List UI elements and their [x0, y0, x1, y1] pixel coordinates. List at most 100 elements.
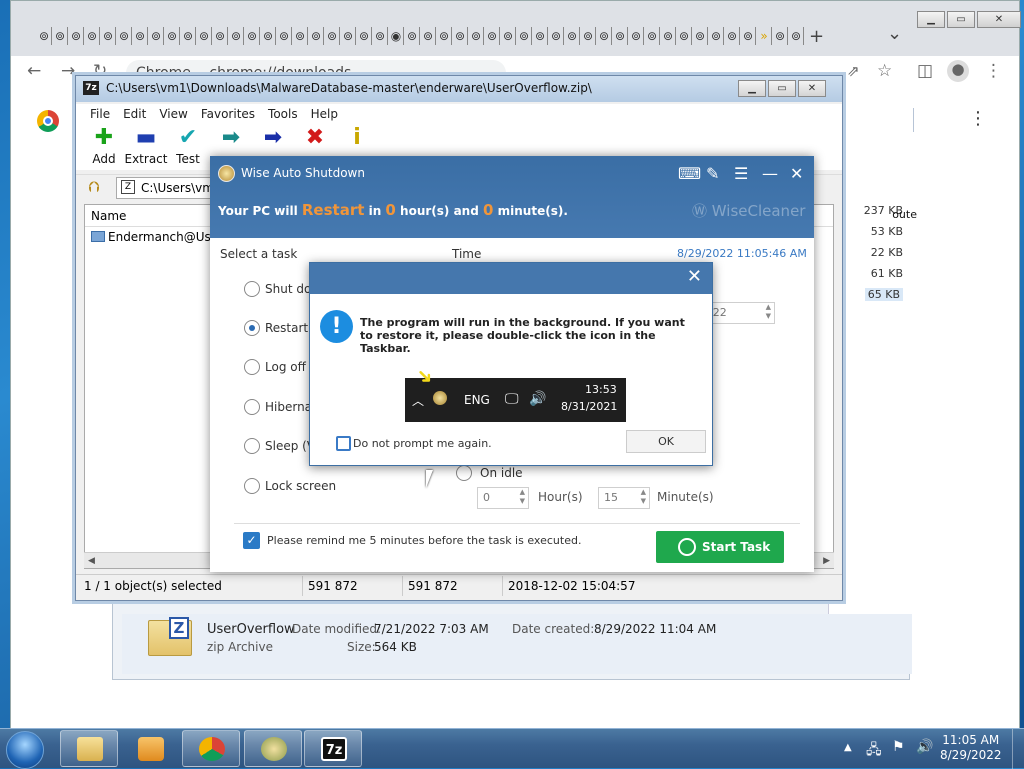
time-minute-stepper[interactable]: :22 ▲ ▼ [703, 302, 775, 324]
forward-arrow-icon[interactable]: → [61, 61, 75, 81]
idle-hours-stepper[interactable]: 0 ▲ ▼ [477, 487, 529, 509]
start-task-button[interactable]: Start Task [656, 531, 784, 563]
file-size-selected[interactable]: 65 KB [864, 288, 903, 301]
new-tab-button[interactable]: + [809, 26, 824, 47]
start-button[interactable] [6, 731, 44, 769]
tab-favicon-icon[interactable]: ⊚ [629, 27, 644, 45]
taskbar-chrome[interactable] [182, 730, 240, 767]
tab-favicon-icon[interactable]: ⊚ [405, 27, 420, 45]
tab-favicon-icon[interactable]: ⊚ [581, 27, 596, 45]
menu-file[interactable]: File [90, 104, 110, 124]
tab-favicon-icon[interactable]: ⊚ [213, 27, 228, 45]
tray-action-center-icon[interactable]: ⚑ [892, 739, 905, 755]
show-desktop-button[interactable] [1012, 729, 1024, 769]
radio-shutdown[interactable] [244, 281, 260, 297]
tab-favicon-icon[interactable]: ⊚ [645, 27, 660, 45]
share-icon[interactable]: ⇗ [847, 62, 860, 80]
taskbar-media-player[interactable] [121, 730, 179, 767]
tab-favicon-icon[interactable]: ⊚ [741, 27, 756, 45]
menu-view[interactable]: View [159, 104, 187, 124]
tray-show-hidden-icon[interactable]: ▲ [844, 742, 852, 753]
dont-prompt-checkbox[interactable] [336, 436, 351, 451]
edit-icon[interactable]: ✎ [706, 164, 719, 183]
tab-favicon-icon[interactable]: ⊚ [709, 27, 724, 45]
idle-minutes-stepper[interactable]: 15 ▲ ▼ [598, 487, 650, 509]
tab-favicon-icon[interactable]: ⊚ [101, 27, 116, 45]
radio-logoff[interactable] [244, 359, 260, 375]
ok-button[interactable]: OK [626, 430, 706, 453]
tab-favicon-icon[interactable]: ⊚ [421, 27, 436, 45]
info-button[interactable]: i [335, 124, 379, 152]
tab-favicon-icon[interactable]: ⊚ [165, 27, 180, 45]
tab-favicon-icon[interactable]: ⊚ [85, 27, 100, 45]
tray-network-icon[interactable]: 🖧 [866, 739, 882, 763]
radio-lock-screen[interactable] [244, 478, 260, 494]
tab-favicon-icon[interactable]: ⊚ [117, 27, 132, 45]
tab-search-chevron-icon[interactable]: ⌄ [887, 23, 902, 44]
close-button[interactable]: ✕ [977, 11, 1021, 28]
tab-favicon-icon[interactable]: ⊚ [373, 27, 388, 45]
menu-edit[interactable]: Edit [123, 104, 146, 124]
copy-button[interactable]: ➡ [209, 124, 253, 152]
menu-help[interactable]: Help [311, 104, 338, 124]
taskbar-wise-auto-shutdown[interactable] [244, 730, 302, 767]
tab-favicon-icon[interactable]: ⊚ [565, 27, 580, 45]
tab-favicon-icon[interactable]: ⊚ [53, 27, 68, 45]
tab-favicon-icon[interactable]: » [757, 27, 772, 45]
tab-favicon-icon[interactable]: ⊚ [357, 27, 372, 45]
tab-favicon-icon[interactable]: ⊚ [245, 27, 260, 45]
back-arrow-icon[interactable]: ← [27, 61, 41, 81]
tab-favicon-icon[interactable]: ⊚ [133, 27, 148, 45]
extract-button[interactable]: ▬ Extract [124, 124, 168, 166]
tab-favicon-icon[interactable]: ⊚ [197, 27, 212, 45]
radio-sleep[interactable] [244, 438, 260, 454]
tab-favicon-icon[interactable]: ⊚ [293, 27, 308, 45]
dialog-close-icon[interactable]: ✕ [687, 266, 702, 287]
profile-avatar-icon[interactable]: ● [947, 60, 969, 82]
taskbar-7zip[interactable]: 7z [304, 730, 362, 767]
minimize-button[interactable]: ▁ [738, 80, 766, 97]
chrome-menu-icon[interactable]: ⋮ [985, 61, 1002, 81]
minimize-button[interactable]: ▁ [917, 11, 945, 28]
tab-favicon-icon[interactable]: ⊚ [693, 27, 708, 45]
menu-tools[interactable]: Tools [268, 104, 298, 124]
tab-favicon-icon[interactable]: ⊚ [469, 27, 484, 45]
list-item[interactable]: Endermanch@User [91, 230, 223, 244]
tab-favicon-icon[interactable]: ⊚ [597, 27, 612, 45]
maximize-button[interactable]: ▭ [768, 80, 796, 97]
tab-favicon-icon[interactable]: ⊚ [613, 27, 628, 45]
tray-volume-icon[interactable]: 🔊 [916, 739, 933, 755]
side-panel-icon[interactable]: ◫ [917, 61, 933, 81]
close-icon[interactable]: ✕ [790, 164, 803, 183]
feedback-icon[interactable]: ⌨ [678, 164, 701, 183]
tab-favicon-icon[interactable]: ⊚ [37, 27, 52, 45]
add-button[interactable]: ✚ Add [82, 124, 126, 166]
radio-restart[interactable] [244, 320, 260, 336]
radio-on-idle[interactable] [456, 465, 472, 481]
scroll-right-icon[interactable]: ▶ [823, 553, 830, 569]
radio-hibernate[interactable] [244, 399, 260, 415]
tab-favicon-icon[interactable]: ⊚ [501, 27, 516, 45]
tab-favicon-icon[interactable]: ⊚ [789, 27, 804, 45]
tab-favicon-icon[interactable]: ⊚ [773, 27, 788, 45]
remind-checkbox[interactable]: ✓ [243, 532, 260, 549]
tab-favicon-icon[interactable]: ⊚ [325, 27, 340, 45]
folder-up-icon[interactable]: ⮉ [88, 178, 99, 196]
tab-favicon-icon[interactable]: ⊚ [533, 27, 548, 45]
menu-icon[interactable]: ☰ [734, 164, 748, 183]
close-button[interactable]: ✕ [798, 80, 826, 97]
taskbar-explorer[interactable] [60, 730, 118, 767]
delete-button[interactable]: ✖ [293, 124, 337, 152]
tab-favicon-icon[interactable]: ⊚ [549, 27, 564, 45]
tab-favicon-icon[interactable]: ⊚ [485, 27, 500, 45]
bookmark-star-icon[interactable]: ☆ [877, 61, 892, 81]
minimize-icon[interactable]: — [762, 164, 778, 183]
move-button[interactable]: ➡ [251, 124, 295, 152]
tab-favicon-icon[interactable]: ⊚ [341, 27, 356, 45]
tab-favicon-icon[interactable]: ⊚ [677, 27, 692, 45]
tab-favicon-icon[interactable]: ⊚ [229, 27, 244, 45]
menu-favorites[interactable]: Favorites [201, 104, 255, 124]
downloads-menu-icon[interactable]: ⋮ [969, 108, 987, 129]
test-button[interactable]: ✔ Test [166, 124, 210, 166]
tab-favicon-icon[interactable]: ⊚ [149, 27, 164, 45]
